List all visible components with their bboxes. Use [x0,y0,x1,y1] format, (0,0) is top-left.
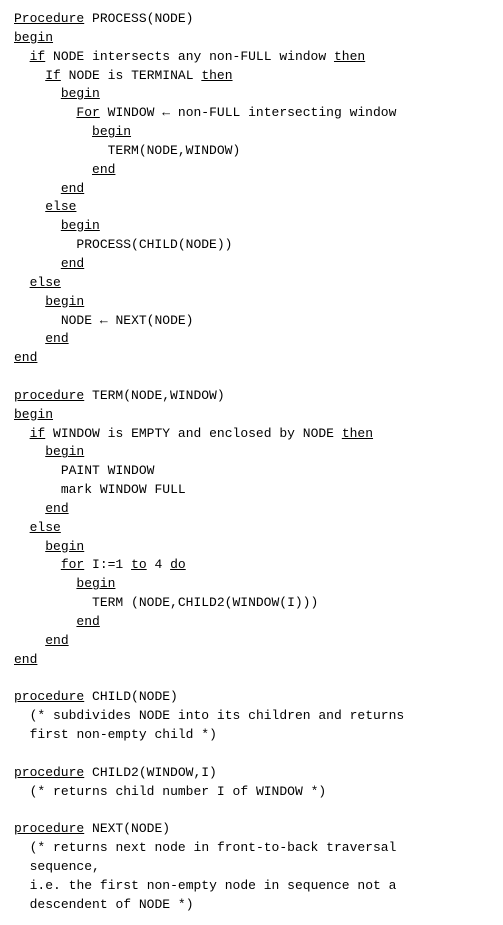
code-line-38: (* subdivides NODE into its children and… [14,708,404,723]
keyword-end: end [61,181,84,196]
keyword-begin: begin [45,294,84,309]
code-line-35: end [14,652,37,667]
code-line-17: NODE ← NEXT(NODE) [14,313,193,328]
keyword-end: end [45,331,68,346]
keyword-procedure: procedure [14,388,84,403]
keyword-end: end [61,256,84,271]
keyword-end: end [76,614,99,629]
keyword-begin: begin [61,86,100,101]
code-line-13: PROCESS(CHILD(NODE)) [14,237,232,252]
keyword-procedure: procedure [14,689,84,704]
code-line-27: end [14,501,69,516]
code-line-33: end [14,614,100,629]
code-line-31: begin [14,576,115,591]
keyword-for: For [76,105,99,120]
code-line-7: begin [14,124,131,139]
code-line-12: begin [14,218,100,233]
keyword-end: end [14,350,37,365]
keyword-else: else [30,275,61,290]
keyword-do: do [170,557,186,572]
code-line-37: procedure CHILD(NODE) [14,689,178,704]
code-line-14: end [14,256,84,271]
code-line-48: descendent of NODE *) [14,897,194,912]
keyword-for: for [61,557,84,572]
code-line-9: end [14,162,115,177]
code-line-46: sequence, [14,859,100,874]
code-line-47: i.e. the first non-empty node in sequenc… [14,878,396,893]
keyword-begin: begin [14,30,53,45]
keyword-end: end [45,633,68,648]
code-line-29: begin [14,539,84,554]
code-line-6: For WINDOW ← non-FULL intersecting windo… [14,105,396,120]
code-line-1: Procedure PROCESS(NODE) [14,11,193,26]
keyword-begin: begin [92,124,131,139]
keyword-begin: begin [61,218,100,233]
code-line-11: else [14,199,76,214]
code-line-28: else [14,520,61,535]
keyword-then: then [201,68,232,83]
code-line-2: begin [14,30,53,45]
keyword-if: if [30,49,46,64]
code-line-41: procedure CHILD2(WINDOW,I) [14,765,217,780]
code-line-42: (* returns child number I of WINDOW *) [14,784,326,799]
code-line-44: procedure NEXT(NODE) [14,821,170,836]
code-line-22: begin [14,407,53,422]
code-line-16: begin [14,294,84,309]
keyword-procedure: Procedure [14,11,84,26]
keyword-end: end [14,652,37,667]
code-line-26: mark WINDOW FULL [14,482,186,497]
code-line-5: begin [14,86,100,101]
code-line-15: else [14,275,61,290]
keyword-end: end [92,162,115,177]
keyword-if: If [45,68,61,83]
keyword-begin: begin [14,407,53,422]
keyword-begin: begin [76,576,115,591]
keyword-else: else [45,199,76,214]
code-line-4: If NODE is TERMINAL then [14,68,233,83]
code-line-30: for I:=1 to 4 do [14,557,186,572]
code-line-45: (* returns next node in front-to-back tr… [14,840,396,855]
code-line-21: procedure TERM(NODE,WINDOW) [14,388,225,403]
code-line-25: PAINT WINDOW [14,463,154,478]
code-display: Procedure PROCESS(NODE) begin if NODE in… [14,10,489,915]
keyword-if: if [30,426,46,441]
code-line-10: end [14,181,84,196]
keyword-procedure: procedure [14,821,84,836]
code-line-19: end [14,350,37,365]
keyword-procedure: procedure [14,765,84,780]
code-line-32: TERM (NODE,CHILD2(WINDOW(I))) [14,595,318,610]
keyword-begin: begin [45,539,84,554]
code-line-34: end [14,633,69,648]
keyword-then: then [334,49,365,64]
code-line-18: end [14,331,69,346]
keyword-else: else [30,520,61,535]
code-line-39: first non-empty child *) [14,727,217,742]
keyword-end: end [45,501,68,516]
keyword-to: to [131,557,147,572]
keyword-begin: begin [45,444,84,459]
code-line-23: if WINDOW is EMPTY and enclosed by NODE … [14,426,373,441]
code-line-8: TERM(NODE,WINDOW) [14,143,240,158]
code-line-3: if NODE intersects any non-FULL window t… [14,49,365,64]
code-line-24: begin [14,444,84,459]
keyword-then: then [342,426,373,441]
